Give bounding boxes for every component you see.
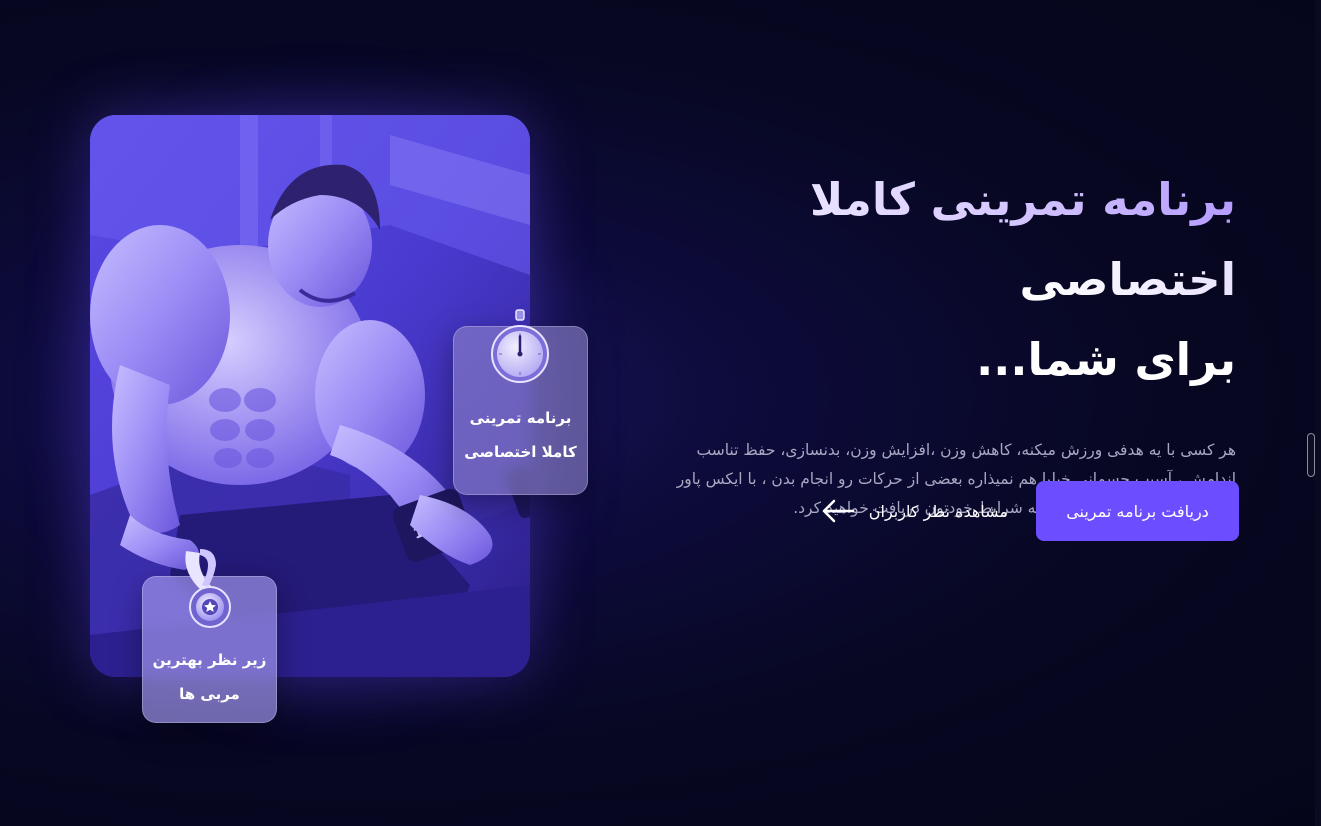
scrollbar-thumb[interactable] xyxy=(1307,433,1315,477)
arrow-left-icon xyxy=(822,499,855,523)
hero-section: 10KG برنامه تمرینی کاملا اختصاصی xyxy=(0,0,1321,826)
headline-line1: برنامه تمرینی کاملا اختصاصی xyxy=(809,173,1236,306)
stopwatch-icon xyxy=(491,309,549,383)
badge-coach-line2: مربی ها xyxy=(179,685,240,703)
view-testimonials-link[interactable]: مشاهده نظر کاربران xyxy=(821,499,1008,523)
view-testimonials-label: مشاهده نظر کاربران xyxy=(868,501,1008,521)
hero-content: برنامه تمرینی کاملا اختصاصی برای شما... … xyxy=(596,160,1236,523)
get-program-button[interactable]: دریافت برنامه تمرینی xyxy=(1036,481,1239,541)
scrollbar-track[interactable] xyxy=(1315,0,1321,826)
badge-program-line2: کاملا اختصاصی xyxy=(464,443,577,461)
headline-line2: برای شما... xyxy=(976,333,1236,386)
badge-program-line1: برنامه تمرینی xyxy=(469,409,572,427)
hero-actions: دریافت برنامه تمرینی مشاهده نظر کاربران xyxy=(821,481,1239,541)
hero-headline: برنامه تمرینی کاملا اختصاصی برای شما... xyxy=(596,160,1236,400)
medal-icon xyxy=(185,549,231,628)
badge-coach-line1: زیر نظر بهترین xyxy=(152,651,267,669)
